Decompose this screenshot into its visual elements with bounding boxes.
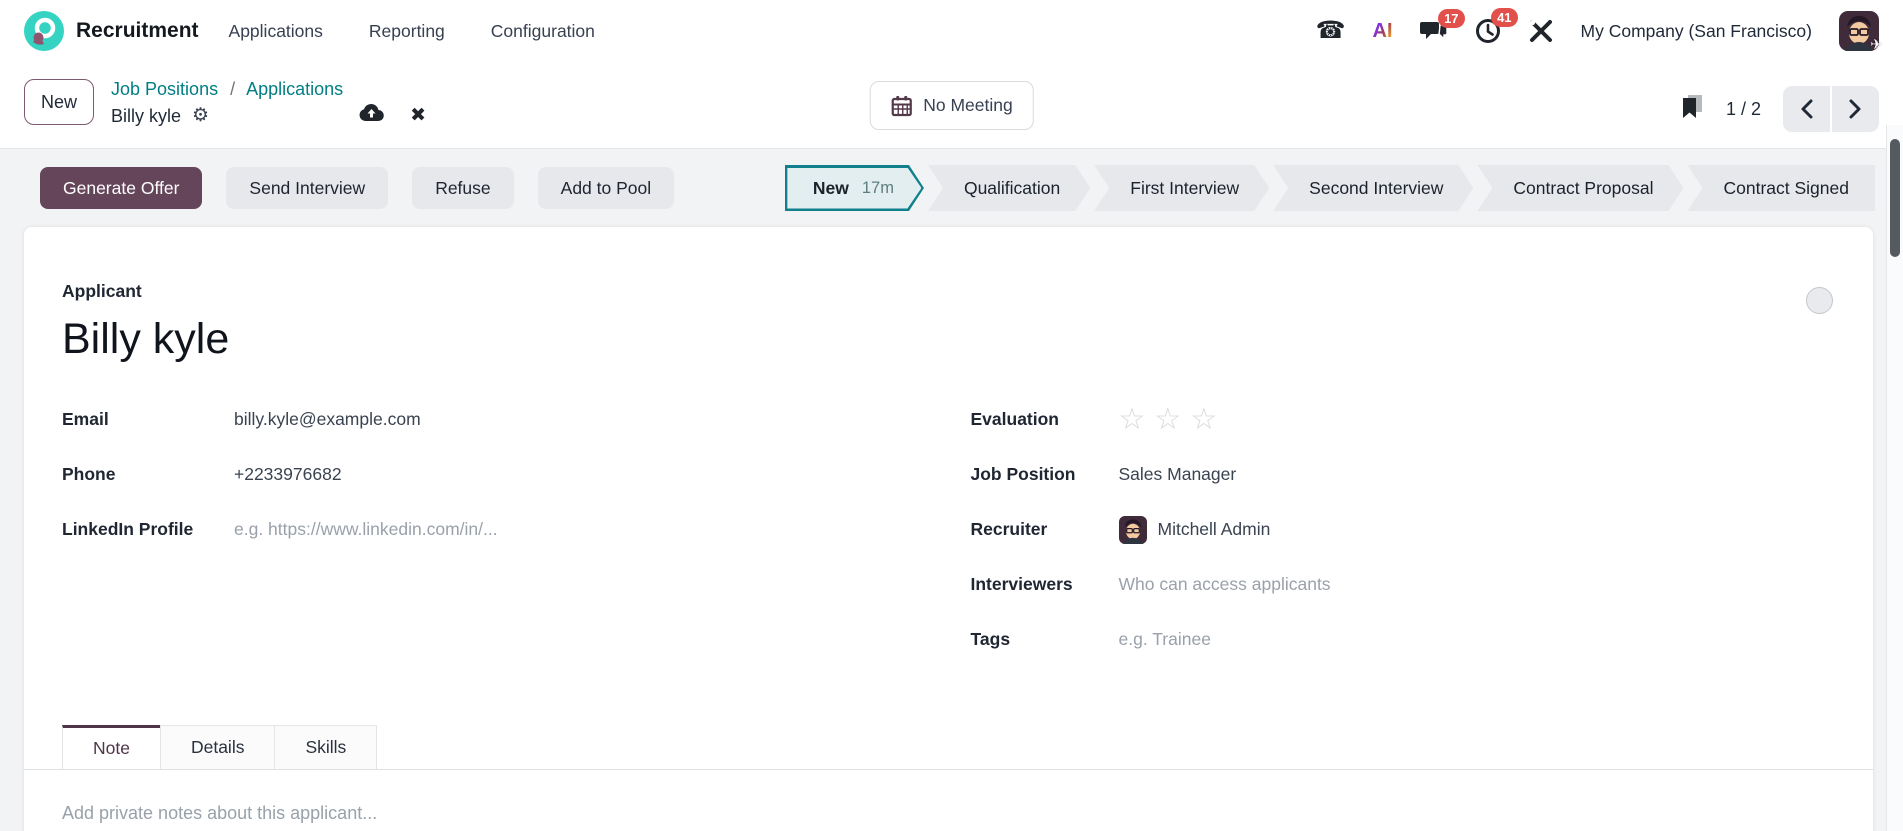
bookmark-icon[interactable] (1680, 94, 1704, 125)
chevron-left-icon (1801, 99, 1813, 119)
navbar: Recruitment Applications Reporting Confi… (0, 0, 1903, 62)
menu-applications[interactable]: Applications (229, 21, 323, 42)
phone-row: Phone +2233976682 (62, 447, 927, 502)
email-field[interactable]: billy.kyle@example.com (234, 409, 927, 430)
activities-count-badge: 41 (1491, 8, 1518, 27)
pager-value[interactable]: 1 / 2 (1726, 99, 1761, 120)
tab-details[interactable]: Details (159, 725, 275, 770)
job-position-field[interactable]: Sales Manager (1119, 464, 1836, 485)
debug-tools-icon[interactable] (1528, 18, 1554, 44)
interviewers-field[interactable]: Who can access applicants (1119, 574, 1836, 595)
messages-count-badge: 17 (1438, 9, 1465, 28)
evaluation-label: Evaluation (970, 409, 1060, 430)
interviewers-label: Interviewers (970, 574, 1073, 595)
calendar-icon (891, 95, 912, 116)
generate-offer-button[interactable]: Generate Offer (40, 167, 203, 209)
stage-qualification[interactable]: Qualification (928, 165, 1090, 211)
tab-skills[interactable]: Skills (274, 725, 378, 770)
breadcrumb-applications[interactable]: Applications (246, 79, 343, 99)
add-to-pool-button[interactable]: Add to Pool (537, 167, 675, 209)
note-input[interactable]: Add private notes about this applicant..… (62, 770, 1835, 831)
applicant-name-field[interactable]: Billy kyle (62, 315, 1835, 364)
job-position-label: Job Position (970, 464, 1076, 485)
messages-icon[interactable]: 17 (1419, 9, 1465, 43)
notebook-tabs: Note Details Skills (24, 725, 1873, 771)
tab-note[interactable]: Note (62, 725, 160, 770)
main-menu: Applications Reporting Configuration (229, 21, 595, 42)
stage-bar: New 17m Qualification First Interview Se… (785, 165, 1875, 211)
control-panel: New Job Positions / Applications Billy k… (0, 62, 1903, 148)
breadcrumb-current-record: Billy kyle (111, 106, 182, 126)
stage-new[interactable]: New 17m (785, 165, 924, 211)
user-menu[interactable]: ✈ (1839, 11, 1882, 52)
app-title: Recruitment (76, 19, 199, 42)
gear-icon[interactable]: ⚙ (192, 102, 209, 130)
linkedin-label: LinkedIn Profile (62, 519, 194, 540)
tags-field[interactable]: e.g. Trainee (1119, 629, 1836, 650)
scrollbar-track[interactable] (1886, 125, 1903, 831)
save-cloud-icon[interactable] (359, 102, 384, 130)
menu-configuration[interactable]: Configuration (491, 21, 595, 42)
pager-next-button[interactable] (1832, 86, 1879, 132)
applicant-form-card: Applicant Billy kyle Email billy.kyle@ex… (24, 227, 1873, 831)
chevron-right-icon (1849, 99, 1861, 119)
star-icon[interactable]: ☆ (1190, 403, 1226, 436)
recruiter-avatar (1118, 515, 1147, 544)
stage-contract-signed[interactable]: Contract Signed (1687, 165, 1875, 211)
company-switcher[interactable]: My Company (San Francisco) (1581, 21, 1812, 42)
out-of-office-plane-icon: ✈ (1870, 36, 1882, 52)
systray: ☎ AI 17 41 My Company (San Francisco) ✈ (1316, 8, 1882, 52)
stage-duration-badge: 17m (861, 178, 894, 197)
send-interview-button[interactable]: Send Interview (226, 167, 389, 209)
evaluation-row: Evaluation ☆☆☆ (971, 392, 1836, 447)
recruiter-field[interactable]: Mitchell Admin (1158, 519, 1271, 540)
star-icon[interactable]: ☆ (1119, 403, 1155, 436)
header-block: Recruitment Applications Reporting Confi… (0, 0, 1903, 149)
breadcrumb-separator: / (230, 79, 236, 99)
stage-first-interview[interactable]: First Interview (1094, 165, 1269, 211)
evaluation-stars[interactable]: ☆☆☆ (1119, 403, 1836, 436)
recruiter-row: Recruiter Mitchell Admin (971, 502, 1836, 557)
new-record-button[interactable]: New (24, 79, 95, 125)
applicant-label: Applicant (62, 281, 142, 301)
tags-row: Tags e.g. Trainee (971, 612, 1836, 667)
phone-label: Phone (62, 464, 116, 485)
linkedin-field[interactable]: e.g. https://www.linkedin.com/in/... (234, 519, 927, 540)
linkedin-row: LinkedIn Profile e.g. https://www.linked… (62, 502, 927, 557)
ai-icon[interactable]: AI (1373, 20, 1393, 43)
tags-label: Tags (970, 629, 1011, 650)
stage-second-interview[interactable]: Second Interview (1273, 165, 1473, 211)
recruitment-app-icon[interactable] (24, 11, 64, 51)
email-row: Email billy.kyle@example.com (62, 392, 927, 447)
softphone-icon[interactable]: ☎ (1316, 19, 1346, 43)
interviewers-row: Interviewers Who can access applicants (971, 557, 1836, 612)
star-icon[interactable]: ☆ (1154, 403, 1190, 436)
refuse-button[interactable]: Refuse (412, 167, 514, 209)
kanban-state-icon[interactable] (1806, 287, 1833, 314)
phone-field[interactable]: +2233976682 (234, 464, 927, 485)
status-action-bar: Generate Offer Send Interview Refuse Add… (0, 149, 1903, 227)
breadcrumb-job-positions[interactable]: Job Positions (111, 79, 218, 99)
pager-previous-button[interactable] (1783, 86, 1830, 132)
recruiter-label: Recruiter (970, 519, 1048, 540)
scrollbar-thumb[interactable] (1890, 139, 1900, 257)
meeting-button[interactable]: No Meeting (869, 81, 1034, 130)
email-label: Email (62, 409, 109, 430)
breadcrumb: Job Positions / Applications Billy kyle … (111, 76, 426, 130)
discard-icon[interactable]: ✖ (410, 102, 426, 130)
job-position-row: Job Position Sales Manager (971, 447, 1836, 502)
menu-reporting[interactable]: Reporting (369, 21, 445, 42)
stage-contract-proposal[interactable]: Contract Proposal (1477, 165, 1683, 211)
activities-icon[interactable]: 41 (1475, 8, 1518, 44)
